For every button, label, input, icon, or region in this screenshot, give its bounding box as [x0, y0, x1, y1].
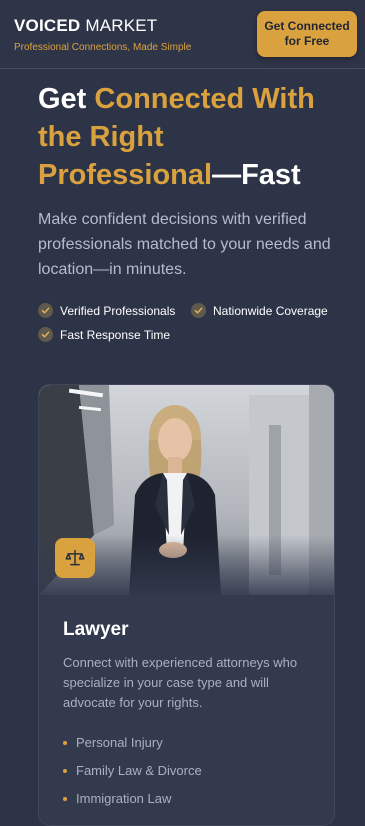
feature-label: Fast Response Time	[60, 327, 171, 342]
practice-area-list: Personal Injury Family Law & Divorce Imm…	[63, 729, 202, 813]
list-item: Immigration Law	[63, 785, 202, 813]
feature-item: Verified Professionals	[38, 303, 175, 318]
lawyer-card[interactable]: Lawyer Connect with experienced attorney…	[38, 384, 335, 826]
bullet-dot	[63, 797, 67, 801]
cta-label-line1: Get Connected	[264, 19, 350, 33]
brand-name-regular: MARKET	[85, 16, 158, 35]
lawyer-photo	[39, 385, 334, 595]
list-item: Family Law & Divorce	[63, 757, 202, 785]
feature-label: Verified Professionals	[60, 303, 176, 318]
site-header: VOICED MARKET Professional Connections, …	[0, 0, 365, 69]
hero-title-plain-3: —Fast	[212, 159, 301, 191]
get-connected-button[interactable]: Get Connected for Free	[257, 11, 357, 57]
hero-title-accent-2: the Right	[38, 121, 164, 153]
card-description: Connect with experienced attorneys who s…	[63, 655, 298, 710]
check-icon	[191, 303, 206, 318]
feature-item: Fast Response Time	[38, 327, 170, 342]
feature-item: Nationwide Coverage	[191, 303, 328, 318]
hero-title-accent-3: Professional	[38, 159, 213, 191]
list-item-label: Personal Injury	[76, 735, 163, 750]
feature-label: Nationwide Coverage	[213, 303, 328, 318]
hero-subtitle: Make confident decisions with verified p…	[38, 211, 331, 278]
list-item-label: Immigration Law	[76, 791, 172, 806]
brand-logo[interactable]: VOICED MARKET	[14, 16, 157, 36]
card-title: Lawyer	[63, 619, 129, 640]
check-icon	[38, 327, 53, 342]
hero-title: Get Connected With the Right Professiona…	[38, 80, 358, 194]
brand-name-bold: VOICED	[14, 16, 81, 35]
hero-title-accent-1: Connected With	[94, 83, 315, 115]
scale-of-justice-icon	[55, 538, 95, 578]
list-item-label: Family Law & Divorce	[76, 763, 202, 778]
bullet-dot	[63, 769, 67, 773]
cta-label-line2: for Free	[284, 34, 330, 48]
check-icon	[38, 303, 53, 318]
brand-tagline: Professional Connections, Made Simple	[14, 42, 192, 53]
hero-title-plain-1: Get	[38, 83, 95, 115]
bullet-dot	[63, 741, 67, 745]
list-item: Personal Injury	[63, 729, 202, 757]
